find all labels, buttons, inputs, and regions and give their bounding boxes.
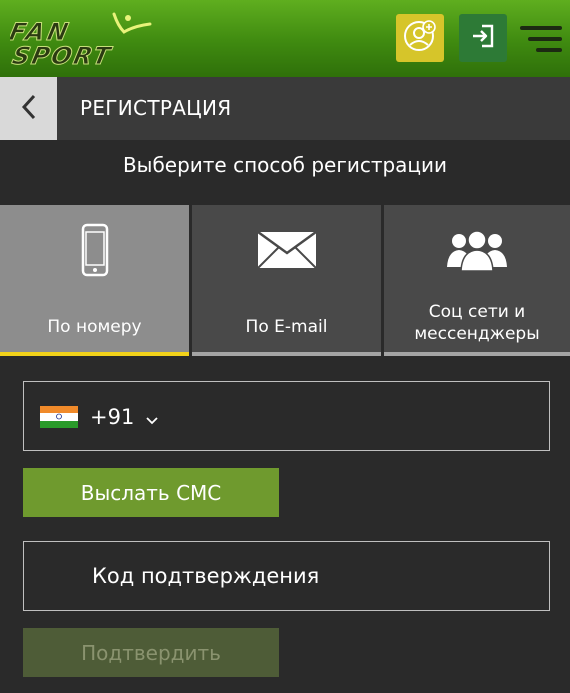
- tab-social-messengers[interactable]: Соц сети и мессенджеры: [384, 205, 570, 356]
- chevron-left-icon: [21, 94, 37, 124]
- confirmation-code-input[interactable]: [90, 563, 494, 589]
- registration-method-heading: Выберите способ регистрации: [122, 153, 448, 177]
- active-tab-indicator: [0, 352, 189, 356]
- page-titlebar: РЕГИСТРАЦИЯ: [0, 77, 570, 140]
- smartphone-icon: [81, 223, 109, 281]
- tab-label: По E-mail: [245, 317, 328, 337]
- tab-indicator: [384, 352, 570, 356]
- svg-text:SPORT: SPORT: [10, 41, 115, 68]
- tab-label: Соц сети и: [428, 302, 526, 322]
- india-flag-icon: [40, 406, 78, 428]
- page-title: РЕГИСТРАЦИЯ: [80, 96, 232, 120]
- send-sms-button[interactable]: Выслать СМС: [23, 468, 279, 517]
- tab-label: По номеру: [47, 317, 142, 337]
- phone-number-field[interactable]: +91: [23, 381, 550, 451]
- confirmation-code-field[interactable]: [23, 541, 550, 611]
- fansport-logo[interactable]: FAN SPORT: [6, 12, 155, 70]
- login-button[interactable]: [459, 14, 507, 62]
- profile-button[interactable]: [396, 14, 444, 62]
- tab-label-line2: мессенджеры: [414, 324, 540, 344]
- tab-indicator: [192, 352, 381, 356]
- chevron-down-icon[interactable]: [146, 410, 158, 429]
- registration-method-tabs: По номеру По E-mail Соц сети и мессендже…: [0, 205, 570, 356]
- confirm-button[interactable]: Подтвердить: [23, 628, 279, 677]
- login-icon: [470, 23, 496, 53]
- user-plus-icon: [403, 19, 437, 57]
- country-code[interactable]: +91: [90, 382, 134, 452]
- hamburger-menu-icon[interactable]: [520, 24, 562, 54]
- app-header: FAN SPORT: [0, 0, 570, 77]
- envelope-icon: [256, 230, 317, 273]
- tab-by-email[interactable]: По E-mail: [192, 205, 381, 356]
- back-button[interactable]: [0, 77, 57, 140]
- tab-by-phone[interactable]: По номеру: [0, 205, 189, 356]
- users-icon: [445, 229, 509, 275]
